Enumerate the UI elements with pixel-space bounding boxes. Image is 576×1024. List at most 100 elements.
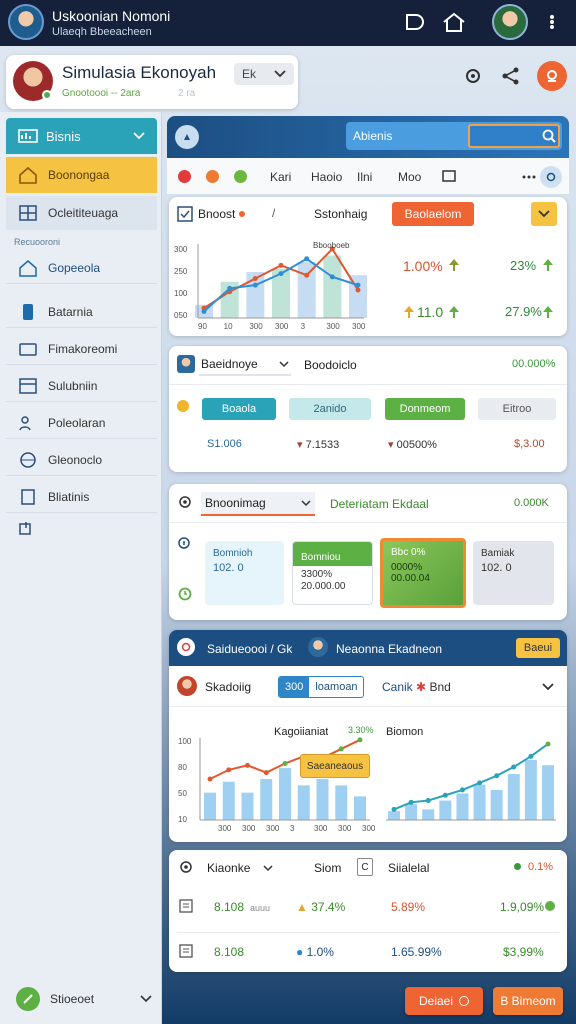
sidebar-section-label: Recuooroni bbox=[14, 237, 61, 247]
window-icon[interactable] bbox=[442, 170, 456, 182]
status-dot-red[interactable] bbox=[178, 170, 191, 183]
expand-icon[interactable] bbox=[18, 520, 34, 536]
footer-button-secondary[interactable]: B Bimeom bbox=[493, 987, 563, 1015]
sidebar-item-gleonoclo[interactable]: Gleonoclo bbox=[6, 444, 157, 476]
tile-3-selected[interactable]: Bbc 0% 0000% 00.00.04 bbox=[380, 538, 466, 608]
home-icon[interactable] bbox=[442, 11, 466, 33]
card5-header-a: Kiaonke bbox=[207, 861, 251, 875]
chevron-down-icon bbox=[274, 70, 286, 78]
sidebar-item-ocleititeuaga[interactable]: Ocleititeuaga bbox=[6, 196, 157, 230]
checkbox-icon[interactable] bbox=[177, 206, 193, 222]
data-point bbox=[357, 737, 363, 743]
chevron-down-icon bbox=[279, 360, 289, 368]
back-button[interactable] bbox=[175, 125, 199, 149]
tile-2[interactable]: Bomniou 3300% 20.000.00 bbox=[292, 541, 373, 605]
data-point bbox=[252, 276, 258, 282]
stat-right-2: 27.9% bbox=[505, 304, 542, 319]
tick-label: 300 bbox=[218, 824, 232, 833]
sidebar-item-batarnia[interactable]: Batarnia bbox=[6, 296, 157, 328]
person-avatar[interactable] bbox=[308, 637, 328, 657]
tile-header: Bomniou bbox=[293, 542, 372, 566]
card4-icon[interactable] bbox=[177, 638, 195, 656]
chevron-down-icon[interactable] bbox=[542, 683, 554, 691]
tick-label: 100 bbox=[178, 737, 192, 746]
header-dropdown[interactable]: Ek bbox=[234, 63, 294, 85]
card4-tab[interactable]: Skadoiig bbox=[205, 680, 251, 694]
sidebar-bottom-item[interactable]: Stioeoet bbox=[10, 985, 158, 1013]
tile-4[interactable]: Bamiak 102. 0 bbox=[473, 541, 554, 605]
sidebar-item-sulubniin[interactable]: Sulubniin bbox=[6, 370, 157, 402]
chart-bar bbox=[405, 804, 418, 820]
sidebar-top-item[interactable]: Bisnis bbox=[6, 118, 157, 154]
card4-pill[interactable]: 300 loamoan bbox=[278, 676, 364, 698]
tab-moo[interactable]: Moo bbox=[398, 170, 421, 184]
card2-avatar[interactable] bbox=[177, 355, 195, 373]
card2-right-value: 00.000% bbox=[512, 358, 556, 370]
more-horizontal-icon[interactable] bbox=[522, 175, 536, 179]
up-arrow-icon bbox=[448, 305, 460, 319]
card5-toggle[interactable]: C bbox=[357, 858, 373, 876]
card4-tab-avatar[interactable] bbox=[177, 676, 197, 696]
down-arrow-icon: ▾ bbox=[297, 439, 303, 451]
row2-c-text: 1.0% bbox=[306, 945, 334, 959]
chart-bar bbox=[260, 779, 273, 820]
notification-button[interactable] bbox=[537, 61, 567, 91]
card3-select[interactable]: Bnoonimag bbox=[201, 492, 315, 516]
sidebar-item-bliatinis[interactable]: Bliatinis bbox=[6, 481, 157, 513]
tick-label: 10 bbox=[178, 815, 187, 824]
status-dot-orange[interactable] bbox=[206, 170, 219, 183]
row1-b: auuu bbox=[250, 903, 271, 913]
document-icon[interactable] bbox=[179, 944, 193, 958]
clock-icon bbox=[178, 587, 192, 601]
data-point bbox=[245, 762, 250, 768]
sidebar-item-fimakoreomi[interactable]: Fimakoreomi bbox=[6, 333, 157, 365]
yellow-arrow-icon: ▲ bbox=[296, 900, 308, 914]
data-point bbox=[207, 776, 213, 782]
tab-haoio[interactable]: Haoio bbox=[311, 170, 342, 184]
app-avatar[interactable] bbox=[8, 4, 44, 40]
card4-button[interactable]: Baeui bbox=[516, 638, 560, 658]
more-vertical-icon[interactable] bbox=[549, 14, 555, 30]
row2-e: $3,99% bbox=[503, 945, 544, 959]
value-1: S1.006 bbox=[207, 438, 242, 450]
pill-boaola[interactable]: Boaola bbox=[202, 398, 276, 420]
card2-title: Baeidnoye bbox=[201, 357, 258, 371]
card2-select[interactable]: Baeidnoye bbox=[199, 354, 291, 376]
gear-icon[interactable] bbox=[177, 494, 193, 510]
card-icon bbox=[18, 340, 38, 358]
phone-icon bbox=[18, 303, 38, 321]
search-icon[interactable] bbox=[542, 129, 556, 143]
card1-action-button[interactable]: Baolaelom bbox=[392, 202, 474, 226]
status-dot-green[interactable] bbox=[234, 170, 247, 183]
tick-label: 300 bbox=[338, 824, 352, 833]
sidebar-item-gopeeola[interactable]: Gopeeola bbox=[6, 252, 157, 284]
sidebar-item-boonongaa[interactable]: Boonongaa bbox=[6, 157, 157, 193]
pill-2anido[interactable]: 2anido bbox=[289, 398, 371, 420]
settings-icon[interactable] bbox=[463, 66, 483, 86]
card5-select[interactable]: Kiaonke bbox=[207, 858, 273, 878]
pill-donmeom[interactable]: Donmeom bbox=[385, 398, 465, 420]
share-icon[interactable] bbox=[501, 66, 521, 86]
pill-eitroo[interactable]: Eitroo bbox=[478, 398, 556, 420]
card1-title-chip[interactable]: Bnoost bbox=[198, 204, 256, 224]
card4-select-a[interactable]: Canik ✱ Bnd bbox=[382, 680, 451, 694]
chart-bar bbox=[473, 784, 486, 820]
card1-filter[interactable]: Sstonhaig bbox=[314, 207, 367, 221]
tile-1[interactable]: Bomnioh 102. 0 bbox=[205, 541, 284, 605]
user-avatar[interactable] bbox=[492, 4, 528, 40]
chart-icon bbox=[18, 128, 38, 144]
sidebar-item-label: Gopeeola bbox=[48, 260, 101, 275]
card3-select-value: Bnoonimag bbox=[205, 496, 266, 510]
document-icon[interactable] bbox=[179, 899, 193, 913]
data-point bbox=[355, 287, 361, 293]
footer-button-primary[interactable]: Deiaei bbox=[405, 987, 483, 1015]
sidebar-item-poleolaran[interactable]: Poleolaran bbox=[6, 407, 157, 439]
chart-bar bbox=[456, 793, 469, 820]
card1-dropdown[interactable] bbox=[531, 202, 557, 226]
tab-kari[interactable]: Kari bbox=[270, 170, 291, 184]
chart-bar bbox=[388, 811, 400, 820]
message-icon[interactable] bbox=[404, 12, 424, 32]
refresh-button[interactable] bbox=[540, 166, 562, 188]
tab-ilni[interactable]: Ilni bbox=[357, 170, 372, 184]
gear-icon[interactable] bbox=[178, 859, 194, 875]
